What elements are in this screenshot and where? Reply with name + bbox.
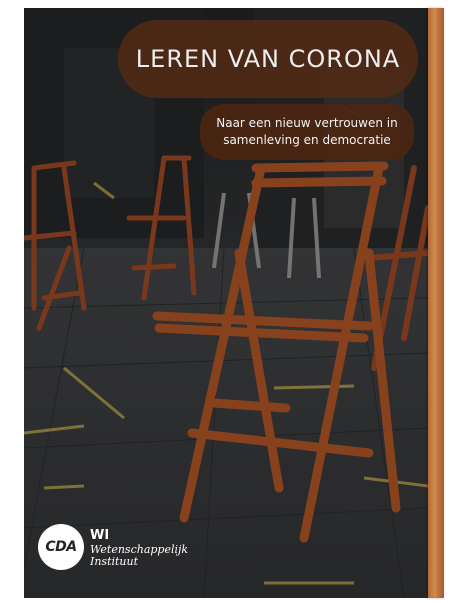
book-cover: LEREN VAN CORONA Naar een nieuw vertrouw…	[24, 8, 428, 598]
cover-title: LEREN VAN CORONA	[135, 45, 401, 73]
subtitle-line-2: samenleving en democratie	[223, 133, 391, 147]
book-spine	[428, 8, 444, 598]
title-band: LEREN VAN CORONA	[118, 20, 418, 98]
subtitle-band: Naar een nieuw vertrouwen in samenleving…	[200, 104, 414, 160]
subtitle-line-1: Naar een nieuw vertrouwen in	[216, 116, 398, 130]
institute-abbreviation: WI	[90, 528, 110, 543]
book: LEREN VAN CORONA Naar een nieuw vertrouw…	[24, 8, 444, 598]
institute-name: Wetenschappelijk Instituut	[90, 544, 188, 568]
institute-name-line-2: Instituut	[90, 555, 139, 568]
cda-logo-text: CDA	[45, 539, 77, 555]
cda-logo: CDA	[38, 524, 84, 570]
